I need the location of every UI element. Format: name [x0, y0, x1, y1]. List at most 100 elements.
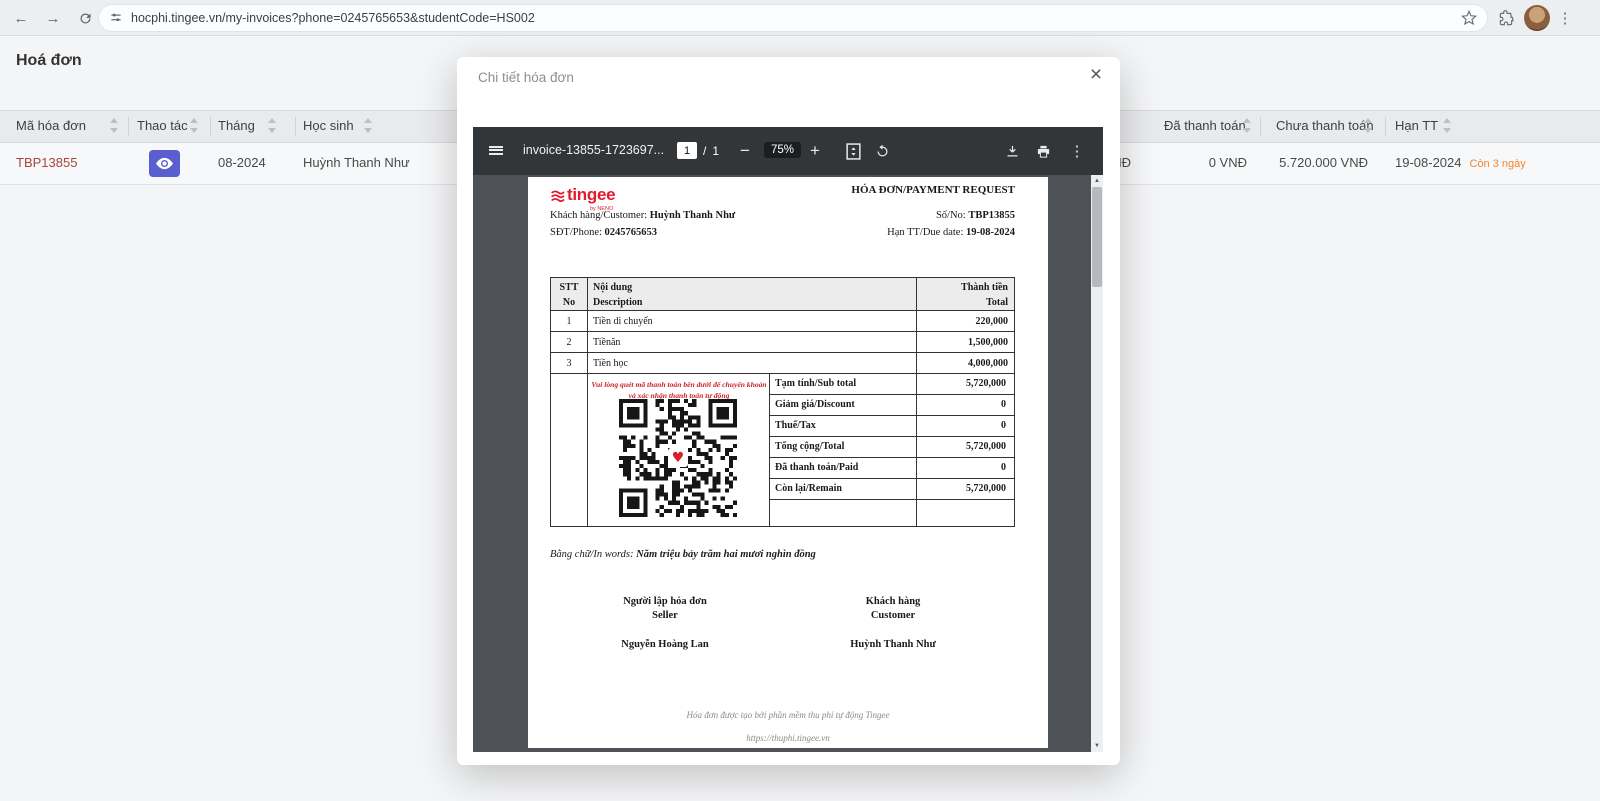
- browser-menu-icon[interactable]: ⋮: [1552, 5, 1578, 31]
- menu-icon[interactable]: [489, 144, 503, 156]
- fit-page-icon[interactable]: [843, 141, 863, 161]
- tingee-logo-icon: [550, 188, 565, 203]
- reload-glyph: [78, 11, 93, 26]
- zoom-level: 75%: [764, 142, 801, 158]
- pdf-scrollbar[interactable]: ▲ ▼: [1091, 175, 1103, 752]
- grid-line: [769, 394, 1014, 395]
- item-stt: 3: [551, 358, 587, 369]
- url-bar[interactable]: hocphi.tingee.vn/my-invoices?phone=02457…: [98, 4, 1488, 32]
- summary-label: Tạm tính/Sub total: [775, 378, 856, 389]
- col-header-action[interactable]: Thao tác: [137, 118, 188, 133]
- profile-avatar[interactable]: [1524, 5, 1550, 31]
- summary-label: Đã thanh toán/Paid: [775, 462, 858, 473]
- due-countdown-badge: Còn 3 ngày: [1470, 158, 1526, 170]
- amount-in-words: Bằng chữ/In words: Năm triệu bảy trăm ha…: [550, 549, 816, 560]
- cell-due-date: 19-08-2024 Còn 3 ngày: [1395, 155, 1526, 170]
- grid-line: [916, 278, 917, 526]
- sort-icon: [364, 118, 373, 133]
- zoom-in-icon[interactable]: +: [803, 139, 827, 163]
- grid-line: [769, 457, 1014, 458]
- summary-value: 0: [1001, 399, 1006, 410]
- customer-name: Huỳnh Thanh Như: [650, 210, 736, 221]
- zoom-out-icon[interactable]: −: [733, 139, 757, 163]
- sort-icon: [1443, 118, 1452, 133]
- col-header-unpaid[interactable]: Chưa thanh toán: [1276, 118, 1374, 133]
- sort-icon: [110, 118, 119, 133]
- phone-label: SĐT/Phone:: [550, 227, 602, 238]
- grid-line: [551, 373, 1014, 374]
- item-amount: 1,500,000: [968, 337, 1008, 348]
- invoice-document: tingee by NENO HÓA ĐƠN/PAYMENT REQUEST K…: [528, 177, 1048, 748]
- due-date-text: 19-08-2024: [1395, 155, 1462, 170]
- buyer-name: Huỳnh Thanh Như: [816, 638, 970, 652]
- invoice-phone-line: SĐT/Phone: 0245765653: [550, 227, 657, 238]
- cell-month: 08-2024: [218, 155, 266, 170]
- sort-icon: [1243, 118, 1252, 133]
- item-desc: Tiềnăn: [593, 337, 620, 348]
- more-options-icon[interactable]: ⋮: [1065, 139, 1089, 163]
- invoice-due-line: Hạn TT/Due date: 19-08-2024: [887, 227, 1015, 238]
- url-text: hocphi.tingee.vn/my-invoices?phone=02457…: [131, 11, 1453, 25]
- summary-label: Giảm giá/Discount: [775, 399, 855, 410]
- invoice-no-value: TBP13855: [968, 210, 1015, 221]
- invoice-no-line: Số/No: TBP13855: [936, 210, 1015, 221]
- in-words-label: Bằng chữ/In words:: [550, 549, 634, 560]
- view-invoice-button[interactable]: [149, 150, 180, 177]
- pdf-viewer: invoice-13855-1723697... 1 / 1 − 75% +: [473, 127, 1103, 752]
- sort-icon: [190, 118, 199, 133]
- column-divider: [210, 117, 211, 136]
- print-icon[interactable]: [1032, 140, 1054, 162]
- scroll-down-icon[interactable]: ▼: [1091, 741, 1103, 751]
- th-total: Thành tiềnTotal: [961, 281, 1008, 310]
- grid-line: [769, 478, 1014, 479]
- page-number-input[interactable]: 1: [677, 142, 697, 159]
- seller-name: Nguyễn Hoàng Lan: [588, 638, 742, 652]
- summary-label: Thuế/Tax: [775, 420, 816, 431]
- summary-label: Tổng cộng/Total: [775, 441, 844, 452]
- summary-label: Còn lại/Remain: [775, 483, 842, 494]
- extensions-icon[interactable]: [1494, 5, 1520, 31]
- col-header-student[interactable]: Học sinh: [303, 118, 354, 133]
- col-header-paid[interactable]: Đã thanh toán: [1164, 118, 1246, 133]
- tingee-logo: tingee: [550, 185, 615, 205]
- rotate-icon[interactable]: [872, 141, 892, 161]
- grid-line: [769, 499, 1014, 500]
- qr-heart-icon: ♥: [668, 448, 688, 467]
- invoice-items-table: STTNo Nội dungDescription Thành tiềnTota…: [550, 277, 1015, 527]
- item-amount: 4,000,000: [968, 358, 1008, 369]
- column-divider: [1385, 117, 1386, 136]
- tingee-logo-text: tingee: [567, 185, 615, 205]
- scrollbar-thumb[interactable]: [1092, 187, 1102, 287]
- column-divider: [295, 117, 296, 136]
- th-description: Nội dungDescription: [593, 281, 642, 310]
- seller-signature-title: Người lập hóa đơnSeller: [588, 595, 742, 623]
- cell-paid: 0 VNĐ: [1150, 155, 1247, 170]
- site-info-icon[interactable]: [109, 11, 123, 25]
- col-header-month[interactable]: Tháng: [218, 118, 255, 133]
- download-icon[interactable]: [1001, 140, 1023, 162]
- pdf-toolbar: invoice-13855-1723697... 1 / 1 − 75% +: [473, 127, 1103, 175]
- close-icon[interactable]: ×: [1082, 61, 1110, 89]
- column-divider: [1260, 117, 1261, 136]
- forward-icon[interactable]: →: [40, 5, 66, 31]
- grid-line: [587, 278, 588, 526]
- eye-icon: [156, 157, 173, 170]
- page-title: Hoá đơn: [16, 52, 82, 70]
- cell-invoice-code[interactable]: TBP13855: [16, 155, 77, 170]
- due-label: Hạn TT/Due date:: [887, 227, 963, 238]
- item-stt: 1: [551, 316, 587, 327]
- scroll-up-icon[interactable]: ▲: [1091, 176, 1103, 186]
- column-divider: [128, 117, 129, 136]
- col-header-due[interactable]: Hạn TT: [1395, 118, 1438, 133]
- col-header-invoice-code[interactable]: Mã hóa đơn: [16, 118, 86, 133]
- item-desc: Tiền di chuyển: [593, 316, 653, 327]
- cell-unpaid: 5.720.000 VNĐ: [1240, 155, 1368, 170]
- summary-value: 0: [1001, 420, 1006, 431]
- grid-line: [769, 436, 1014, 437]
- invoice-footer-line1: Hóa đơn được tạo bởi phần mềm thu phí tự…: [528, 710, 1048, 720]
- invoice-doc-title: HÓA ĐƠN/PAYMENT REQUEST: [851, 184, 1015, 196]
- back-icon[interactable]: ←: [8, 5, 34, 31]
- bookmark-star-icon[interactable]: [1461, 10, 1477, 26]
- reload-icon[interactable]: [72, 5, 98, 31]
- grid-line: [551, 331, 1014, 332]
